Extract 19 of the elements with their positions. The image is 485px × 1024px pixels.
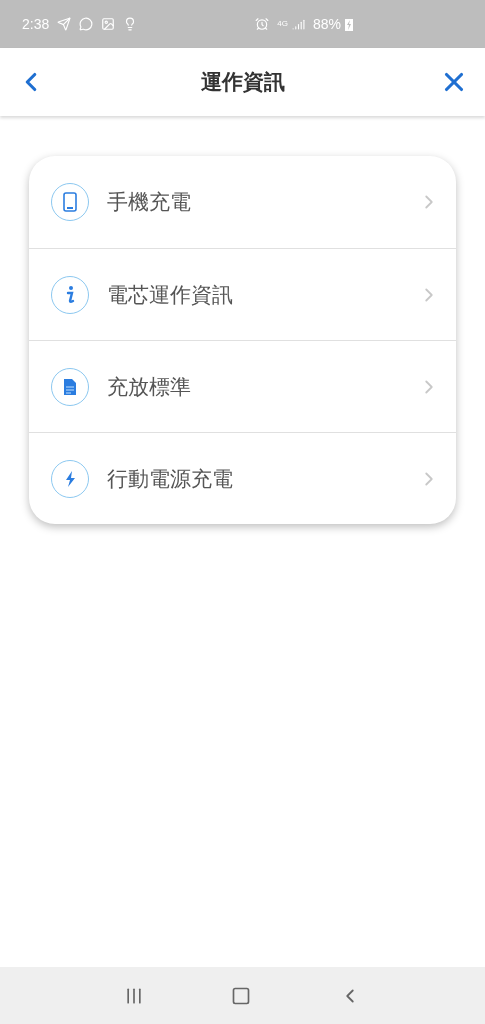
- page-title: 運作資訊: [200, 69, 285, 96]
- network-type: 4G: [277, 20, 288, 28]
- battery-percent: 88%: [312, 14, 341, 34]
- image-icon: [101, 17, 116, 31]
- chat-icon: [79, 17, 94, 31]
- alarm-icon: [255, 17, 270, 31]
- menu-item[interactable]: 充放標準: [29, 340, 456, 432]
- home-icon[interactable]: [231, 985, 252, 1006]
- menu-item-label: 行動電源充電: [107, 465, 234, 492]
- status-time: 2:38: [22, 14, 50, 34]
- battery-charging-icon: [345, 17, 353, 31]
- menu-item[interactable]: 行動電源充電: [29, 432, 456, 524]
- menu-item-label: 充放標準: [107, 373, 192, 400]
- menu-item[interactable]: 手機充電: [29, 156, 456, 248]
- menu-item-label: 手機充電: [107, 189, 192, 216]
- menu-item-label: 電芯運作資訊: [107, 281, 234, 308]
- signal-icon: [291, 17, 305, 31]
- menu-item[interactable]: 電芯運作資訊: [29, 248, 456, 340]
- send-icon: [57, 17, 72, 31]
